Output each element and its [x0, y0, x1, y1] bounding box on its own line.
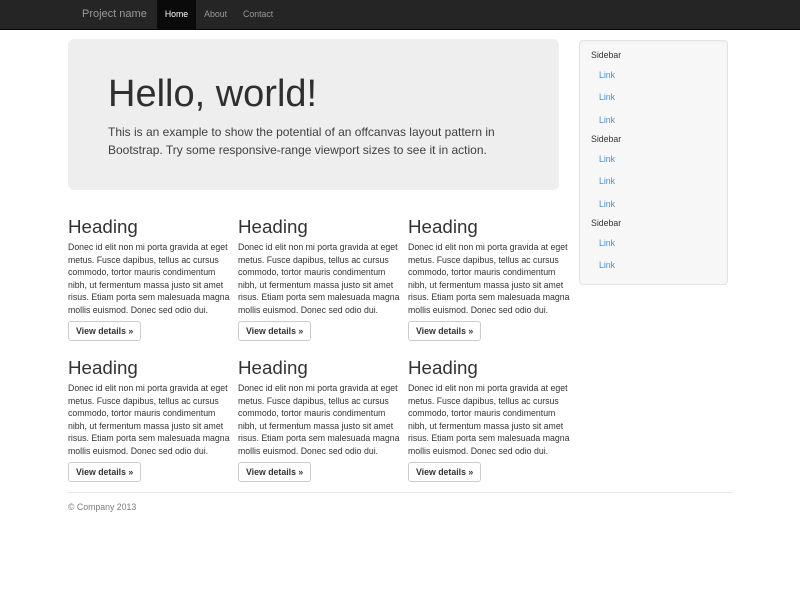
sidebar-link[interactable]: Link — [580, 232, 727, 255]
card-body-text: Donec id elit non mi porta gravida at eg… — [238, 382, 400, 457]
nav-link-about[interactable]: About — [196, 0, 235, 29]
card-4: Heading Donec id elit non mi porta gravi… — [68, 357, 230, 482]
sidebar-group-1: Sidebar Link Link Link — [580, 47, 727, 131]
sidebar-group-header: Sidebar — [580, 215, 727, 232]
view-details-button[interactable]: View details » — [68, 321, 141, 341]
cards-grid: Heading Donec id elit non mi porta gravi… — [68, 216, 570, 482]
jumbotron-text: This is an example to show the potential… — [108, 123, 519, 159]
sidebar-well: Sidebar Link Link Link Sidebar Link Link… — [579, 40, 728, 285]
sidebar-link[interactable]: Link — [580, 170, 727, 193]
footer-divider — [68, 492, 732, 493]
page-title: Hello, world! — [108, 73, 519, 115]
card-body-text: Donec id elit non mi porta gravida at eg… — [238, 241, 400, 316]
card-2: Heading Donec id elit non mi porta gravi… — [238, 216, 400, 341]
top-navbar: Project name Home About Contact — [0, 0, 800, 30]
brand-link[interactable]: Project name — [68, 0, 157, 29]
nav-link-home[interactable]: Home — [157, 0, 196, 29]
main-content: Hello, world! This is an example to show… — [68, 39, 570, 482]
nav-item-contact: Contact — [235, 0, 281, 29]
card-1: Heading Donec id elit non mi porta gravi… — [68, 216, 230, 341]
card-heading: Heading — [238, 357, 400, 379]
navbar-container: Project name Home About Contact — [68, 0, 732, 29]
sidebar-link[interactable]: Link — [580, 254, 727, 277]
sidebar-group-2: Sidebar Link Link Link — [580, 131, 727, 215]
page-container: Hello, world! This is an example to show… — [68, 39, 732, 512]
sidebar-group-header: Sidebar — [580, 131, 727, 148]
nav-item-about: About — [196, 0, 235, 29]
view-details-button[interactable]: View details » — [68, 462, 141, 482]
sidebar-link[interactable]: Link — [580, 109, 727, 132]
view-details-button[interactable]: View details » — [408, 462, 481, 482]
card-3: Heading Donec id elit non mi porta gravi… — [408, 216, 570, 341]
card-heading: Heading — [68, 216, 230, 238]
card-body-text: Donec id elit non mi porta gravida at eg… — [68, 241, 230, 316]
sidebar-link[interactable]: Link — [580, 86, 727, 109]
copyright-text: © Company 2013 — [68, 502, 732, 512]
jumbotron: Hello, world! This is an example to show… — [68, 39, 559, 190]
card-heading: Heading — [238, 216, 400, 238]
navbar-menu: Home About Contact — [157, 0, 281, 29]
sidebar-link[interactable]: Link — [580, 193, 727, 216]
nav-item-home: Home — [157, 0, 196, 29]
view-details-button[interactable]: View details » — [408, 321, 481, 341]
page-footer: © Company 2013 — [68, 502, 732, 512]
nav-link-contact[interactable]: Contact — [235, 0, 281, 29]
sidebar-group-header: Sidebar — [580, 47, 727, 64]
sidebar-link[interactable]: Link — [580, 64, 727, 87]
card-5: Heading Donec id elit non mi porta gravi… — [238, 357, 400, 482]
card-6: Heading Donec id elit non mi porta gravi… — [408, 357, 570, 482]
view-details-button[interactable]: View details » — [238, 462, 311, 482]
main-row: Hello, world! This is an example to show… — [68, 39, 732, 482]
sidebar-link[interactable]: Link — [580, 148, 727, 171]
card-heading: Heading — [68, 357, 230, 379]
sidebar-group-3: Sidebar Link Link — [580, 215, 727, 277]
card-body-text: Donec id elit non mi porta gravida at eg… — [68, 382, 230, 457]
card-body-text: Donec id elit non mi porta gravida at eg… — [408, 382, 570, 457]
card-heading: Heading — [408, 357, 570, 379]
card-heading: Heading — [408, 216, 570, 238]
view-details-button[interactable]: View details » — [238, 321, 311, 341]
card-body-text: Donec id elit non mi porta gravida at eg… — [408, 241, 570, 316]
